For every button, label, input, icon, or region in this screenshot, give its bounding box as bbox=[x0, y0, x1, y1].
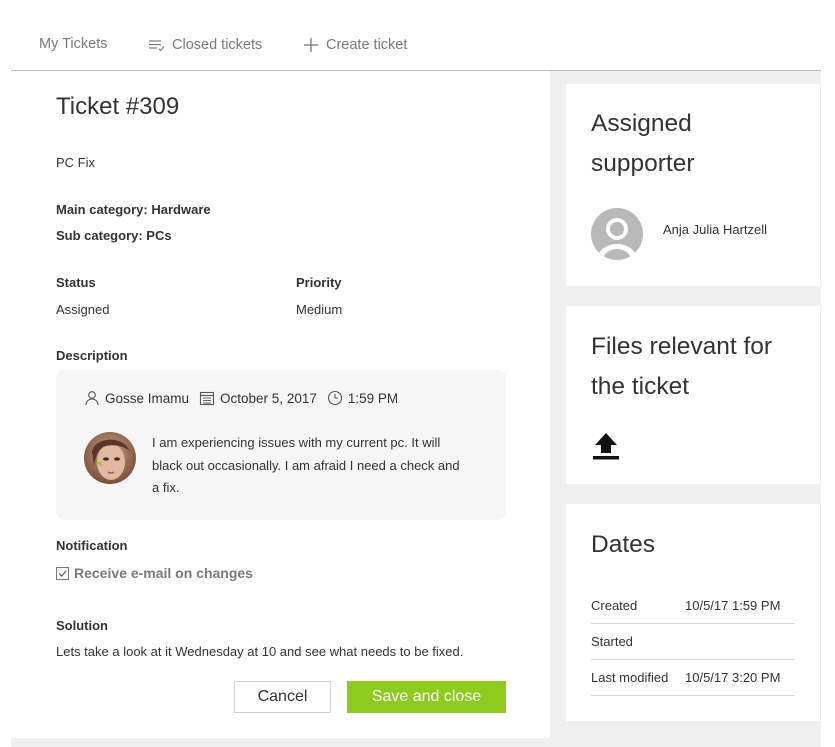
checkbox-box[interactable] bbox=[56, 566, 69, 580]
priority-value: Medium bbox=[296, 302, 343, 317]
date-value: 10/5/17 1:59 PM bbox=[685, 598, 781, 613]
upload-icon[interactable] bbox=[591, 430, 621, 462]
nav-my-tickets[interactable]: My Tickets bbox=[39, 36, 107, 52]
date-label: Last modified bbox=[591, 670, 669, 685]
comment-text: I am experiencing issues with my current… bbox=[152, 435, 460, 495]
ticket-title: Ticket #309 bbox=[56, 93, 180, 120]
person-icon bbox=[85, 391, 99, 406]
date-row-started: Started bbox=[591, 624, 795, 660]
date-value: 10/5/17 3:20 PM bbox=[685, 670, 781, 685]
assigned-supporter-title: Assigned supporter bbox=[591, 110, 695, 177]
plus-icon bbox=[304, 38, 318, 52]
description-comment: Gosse Imamu October 5, 2017 1:59 PM I am… bbox=[56, 370, 506, 520]
nav-closed-tickets[interactable]: Closed tickets bbox=[148, 36, 262, 54]
ticket-panel: Ticket #309 PC Fix Main category: Hardwa… bbox=[11, 71, 550, 738]
date-row-last-modified: Last modified 10/5/17 3:20 PM bbox=[591, 660, 795, 696]
calendar-icon bbox=[199, 391, 215, 406]
comment-author: Gosse Imamu bbox=[105, 390, 190, 406]
assigned-supporter-card: Assigned supporter Anja Julia Hartzell bbox=[566, 84, 820, 286]
status-label: Status bbox=[56, 275, 96, 290]
files-card: Files relevant for the ticket bbox=[566, 306, 820, 484]
author-avatar bbox=[84, 432, 136, 484]
status-value: Assigned bbox=[56, 302, 110, 317]
date-row-created: Created 10/5/17 1:59 PM bbox=[591, 588, 795, 624]
notification-label: Notification bbox=[56, 538, 128, 553]
checkbox-label: Receive e-mail on changes bbox=[74, 565, 253, 581]
date-label: Started bbox=[591, 634, 633, 649]
dates-card: Dates Created 10/5/17 1:59 PM Started La… bbox=[566, 504, 820, 721]
cancel-button[interactable]: Cancel bbox=[234, 681, 331, 713]
nav-my-tickets-label: My Tickets bbox=[39, 36, 108, 52]
date-label: Created bbox=[591, 598, 638, 613]
nav-create-ticket-label: Create ticket bbox=[326, 37, 408, 53]
checkmark-icon bbox=[58, 570, 67, 577]
comment-date: October 5, 2017 bbox=[220, 390, 317, 406]
comment-meta: Gosse Imamu October 5, 2017 1:59 PM bbox=[84, 390, 398, 406]
dates-title: Dates bbox=[591, 531, 656, 558]
default-avatar-icon bbox=[591, 208, 643, 260]
ticket-subject: PC Fix bbox=[56, 155, 95, 170]
supporter-name: Anja Julia Hartzell bbox=[663, 222, 768, 237]
author-photo bbox=[84, 432, 136, 484]
priority-label: Priority bbox=[296, 275, 342, 290]
files-title: Files relevant for the ticket bbox=[591, 333, 773, 400]
save-and-close-button[interactable]: Save and close bbox=[347, 681, 506, 713]
comment-time: 1:59 PM bbox=[347, 390, 399, 406]
description-label: Description bbox=[56, 348, 128, 363]
solution-label: Solution bbox=[56, 618, 108, 633]
top-navigation: My Tickets Closed tickets Create ticket bbox=[0, 0, 835, 71]
nav-create-ticket[interactable]: Create ticket bbox=[302, 36, 407, 54]
sub-category: Sub category: PCs bbox=[56, 228, 172, 243]
list-icon bbox=[149, 40, 165, 52]
clock-icon bbox=[327, 390, 342, 406]
main-category: Main category: Hardware bbox=[56, 202, 211, 217]
nav-closed-tickets-label: Closed tickets bbox=[172, 37, 263, 53]
solution-text: Lets take a look at it Wednesday at 10 a… bbox=[56, 644, 464, 659]
email-notification-checkbox[interactable]: Receive e-mail on changes bbox=[56, 565, 253, 581]
